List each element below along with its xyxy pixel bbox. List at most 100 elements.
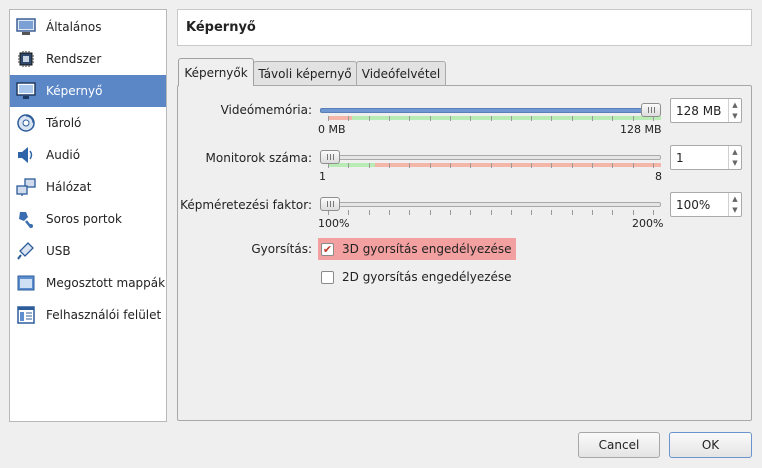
slider-tick: [409, 163, 410, 168]
sidebar-item-label: Felhasználói felület: [46, 308, 162, 322]
slider-tick: [633, 210, 634, 215]
spin-up-icon[interactable]: ▲: [732, 101, 737, 109]
display-monitor-icon: [15, 80, 37, 102]
slider-tick: [491, 163, 492, 168]
tab-remote-display[interactable]: Távoli képernyő: [253, 61, 357, 86]
video-memory-max-label: 128 MB: [620, 123, 662, 136]
slider-tick: [653, 210, 654, 215]
user-interface-icon: [15, 304, 37, 326]
slider-tick: [531, 116, 532, 121]
slider-tick: [430, 163, 431, 168]
spin-down-icon[interactable]: ▼: [732, 112, 737, 120]
slider-handle[interactable]: [641, 103, 661, 117]
sidebar-item-system[interactable]: Rendszer: [10, 43, 166, 75]
sidebar-item-user-interface[interactable]: Felhasználói felület: [10, 299, 166, 331]
enable-3d-acceleration-checkbox[interactable]: ✔ 3D gyorsítás engedélyezése: [318, 238, 516, 260]
sidebar-item-network[interactable]: Hálózat: [10, 171, 166, 203]
page-title: Képernyő: [186, 20, 256, 35]
settings-category-list: Általános Rendszer Képernyő Tároló Audió…: [9, 9, 167, 422]
sidebar-item-usb[interactable]: USB: [10, 235, 166, 267]
serial-port-icon: [15, 208, 37, 230]
slider-tick: [389, 116, 390, 121]
spin-down-icon[interactable]: ▼: [732, 159, 737, 167]
monitor-count-spinbox[interactable]: 1 ▲ ▼: [670, 145, 742, 170]
sidebar-item-serial-ports[interactable]: Soros portok: [10, 203, 166, 235]
slider-tick: [511, 116, 512, 121]
slider-tick: [551, 210, 552, 215]
video-memory-spinbox[interactable]: 128 MB ▲ ▼: [670, 98, 742, 123]
tab-recording[interactable]: Videófelvétel: [356, 61, 446, 86]
video-memory-min-label: 0 MB: [318, 123, 346, 136]
slider-tick: [633, 163, 634, 168]
sidebar-item-general[interactable]: Általános: [10, 11, 166, 43]
slider-tick: [572, 163, 573, 168]
slider-tick: [348, 116, 349, 121]
sidebar-item-storage[interactable]: Tároló: [10, 107, 166, 139]
slider-tick: [450, 163, 451, 168]
spinbox-value: 1: [676, 151, 684, 165]
slider-tick: [470, 210, 471, 215]
sidebar-item-display[interactable]: Képernyő: [10, 75, 166, 107]
scale-factor-min-label: 100%: [318, 217, 350, 230]
sidebar-item-label: Tároló: [46, 116, 82, 130]
slider-tick: [592, 163, 593, 168]
sidebar-item-label: Megosztott mappák: [46, 276, 166, 290]
scale-factor-max-label: 200%: [632, 217, 664, 230]
slider-tick: [531, 210, 532, 215]
slider-tick: [572, 210, 573, 215]
spin-down-icon[interactable]: ▼: [732, 206, 737, 214]
check-mark-icon: ✔: [322, 242, 333, 256]
storage-disk-icon: [15, 112, 37, 134]
slider-groove: [320, 202, 661, 207]
tab-screens[interactable]: Képernyők: [178, 58, 254, 86]
monitor-count-max-label: 8: [655, 170, 662, 183]
tab-label: Távoli képernyő: [258, 67, 352, 81]
sidebar-item-label: Képernyő: [46, 84, 103, 98]
slider-tick: [633, 116, 634, 121]
checkbox-box[interactable]: [321, 270, 334, 284]
slider-tick: [430, 116, 431, 121]
slider-groove: [320, 155, 661, 160]
slider-tick: [551, 116, 552, 121]
sidebar-item-label: Soros portok: [46, 212, 122, 226]
slider-tick: [470, 163, 471, 168]
slider-tick: [572, 116, 573, 121]
slider-tick: [328, 116, 329, 121]
slider-tick: [511, 163, 512, 168]
sidebar-item-label: Általános: [46, 20, 102, 34]
spin-up-icon[interactable]: ▲: [732, 195, 737, 203]
sidebar-item-label: Hálózat: [46, 180, 92, 194]
enable-2d-acceleration-checkbox[interactable]: 2D gyorsítás engedélyezése: [318, 266, 516, 288]
slider-tick: [389, 163, 390, 168]
sidebar-item-audio[interactable]: Audió: [10, 139, 166, 171]
ok-button[interactable]: OK: [669, 432, 752, 458]
slider-ticks: [320, 210, 661, 216]
slider-tick: [389, 210, 390, 215]
system-chip-icon: [15, 48, 37, 70]
sidebar-item-shared-folders[interactable]: Megosztott mappák: [10, 267, 166, 299]
video-memory-slider[interactable]: [320, 103, 661, 131]
button-label: Cancel: [598, 438, 640, 452]
checkbox-box[interactable]: ✔: [321, 242, 334, 256]
page-header: Képernyő: [177, 9, 752, 46]
monitor-count-slider[interactable]: [320, 150, 661, 178]
checkbox-label: 3D gyorsítás engedélyezése: [342, 242, 512, 256]
usb-icon: [15, 240, 37, 262]
shared-folder-icon: [15, 272, 37, 294]
slider-tick: [592, 116, 593, 121]
slider-tick: [491, 116, 492, 121]
sidebar-item-label: Audió: [46, 148, 81, 162]
slider-handle[interactable]: [320, 150, 340, 164]
scale-factor-spinbox[interactable]: 100% ▲ ▼: [670, 192, 742, 217]
scale-factor-label: Képméretezési faktor:: [180, 198, 312, 212]
sidebar-item-label: USB: [46, 244, 71, 258]
scale-factor-slider[interactable]: [320, 197, 661, 225]
slider-tick: [531, 163, 532, 168]
slider-tick: [430, 210, 431, 215]
spinbox-value: 100%: [676, 198, 711, 212]
spin-up-icon[interactable]: ▲: [732, 148, 737, 156]
acceleration-label: Gyorsítás:: [251, 242, 312, 256]
slider-tick: [369, 163, 370, 168]
slider-handle[interactable]: [320, 197, 340, 211]
cancel-button[interactable]: Cancel: [578, 432, 660, 458]
